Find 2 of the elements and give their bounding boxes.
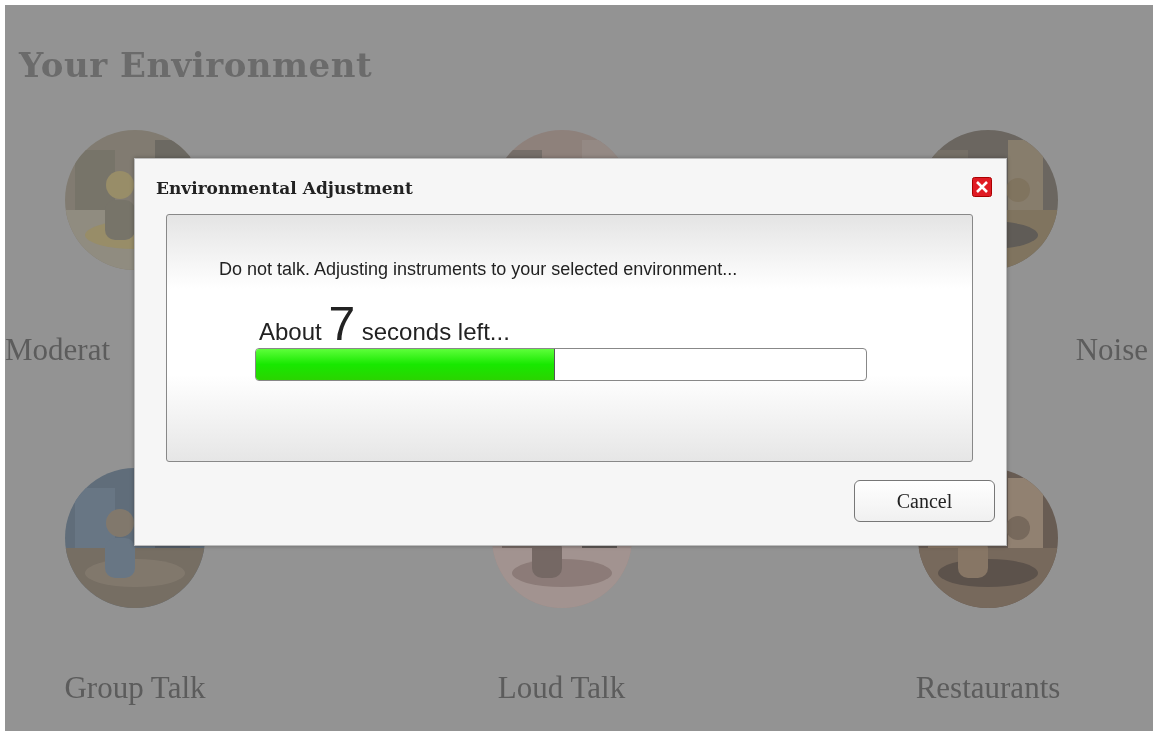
dialog-title: Environmental Adjustment — [156, 178, 413, 198]
status-message: Do not talk. Adjusting instruments to your selected environment... — [219, 259, 739, 280]
